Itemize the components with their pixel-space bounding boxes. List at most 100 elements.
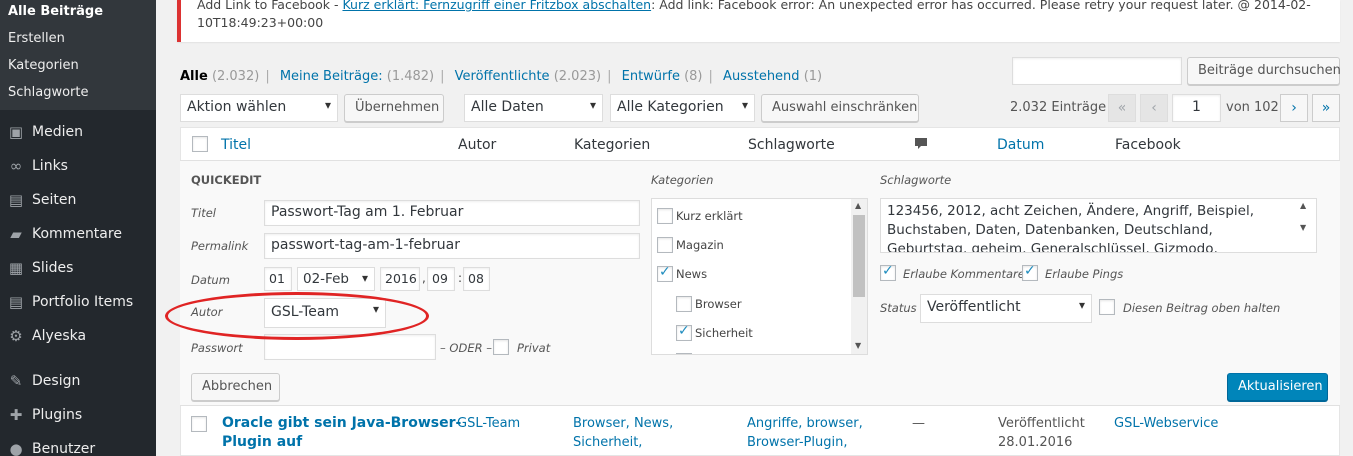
search-input[interactable] [1012,57,1182,85]
quickedit-heading: QUICKEDIT [191,173,262,187]
submenu-new-post[interactable]: Erstellen [8,31,65,46]
menu-slides[interactable]: ▦ Slides [0,253,156,283]
submenu-all-posts[interactable]: Alle Beiträge [8,4,103,19]
filter-all-count: (2.032) [211,69,260,84]
filter-drafts[interactable]: Entwürfe [622,69,680,84]
filter-published[interactable]: Veröffentlichte [455,69,550,84]
next-page-button[interactable]: › [1280,94,1308,122]
filter-all[interactable]: Alle [180,69,208,84]
comments-column-icon[interactable] [914,137,928,155]
sticky-checkbox[interactable] [1099,299,1115,315]
allow-comments-checkbox[interactable] [880,263,896,281]
filter-button[interactable]: Auswahl einschränken [761,94,919,122]
error-notice: Add Link to Facebook - Kurz erklärt: Fer… [177,0,1340,42]
row-facebook[interactable]: GSL-Webservice [1114,414,1218,433]
filter-mine[interactable]: Meine Beiträge: [280,69,383,84]
links-icon: ∞ [9,157,23,175]
bulk-action-select[interactable]: Aktion wählen [180,94,338,122]
search-button[interactable]: Beiträge durchsuchen [1187,57,1341,85]
category-label: Magazin [676,238,724,252]
brush-icon: ✎ [9,372,23,390]
filter-mine-count: (1.482) [386,69,435,84]
notice-post-link[interactable]: Kurz erklärt: Fernzugriff einer Fritzbox… [342,0,651,12]
tags-textarea[interactable]: 123456, 2012, acht Zeichen, Ändere, Angr… [880,198,1317,253]
date-filter-select[interactable]: Alle Daten [464,94,603,122]
hour-input[interactable]: 09 [427,267,455,291]
month-select[interactable]: 02-Feb [297,267,375,291]
column-categories: Kategorien [574,137,651,153]
or-separator: – ODER – [440,341,492,355]
tags-scroll-down[interactable]: ▼ [1300,223,1306,232]
column-author: Autor [458,137,497,153]
permalink-input[interactable]: passwort-tag-am-1-februar [264,233,640,259]
category-filter-select[interactable]: Alle Kategorien [610,94,755,122]
current-page-input[interactable]: 1 [1172,94,1221,122]
categories-checklist[interactable]: Kurz erklärt Magazin News Browser Sicher… [651,198,868,355]
update-button[interactable]: Aktualisieren [1227,373,1328,401]
password-label: Passwort [191,341,243,355]
day-input[interactable]: 01 [264,267,292,291]
row-author[interactable]: GSL-Team [457,414,520,433]
menu-users[interactable]: ● Benutzer [0,434,156,456]
category-checkbox[interactable] [676,323,692,341]
post-status-filters: Alle (2.032) | Meine Beiträge: (1.482) | V… [180,69,823,84]
menu-pages[interactable]: ▤ Seiten [0,185,156,215]
title-input[interactable]: Passwort-Tag am 1. Februar [264,200,640,226]
column-date[interactable]: Datum [997,137,1044,153]
year-input[interactable]: 2016 [380,267,420,291]
category-checkbox[interactable] [676,353,692,354]
menu-design[interactable]: ✎ Design [0,366,156,396]
menu-comments[interactable]: ▰ Kommentare [0,219,156,249]
row-categories[interactable]: Browser, News, Sicherheit, [573,414,673,452]
quickedit-panel: QUICKEDIT Titel Passwort-Tag am 1. Febru… [180,160,1340,406]
last-page-button[interactable]: » [1312,94,1340,122]
highlight-annotation [165,292,429,340]
notice-message: : Add link: Facebook error: An unexpecte… [651,0,1311,12]
status-select[interactable]: Veröffentlicht [920,294,1092,323]
allow-comments-label: Erlaube Kommentare [903,267,1025,281]
pages-icon: ▤ [8,191,24,209]
user-icon: ● [9,440,23,456]
minute-input[interactable]: 08 [463,267,490,291]
filter-pending[interactable]: Ausstehend [723,69,800,84]
category-label: Browser [695,297,742,311]
category-checkbox[interactable] [676,296,692,312]
row-checkbox[interactable] [191,416,207,432]
category-checkbox[interactable] [657,237,673,253]
menu-plugins[interactable]: ✚ Plugins [0,400,156,430]
first-page-button[interactable]: « [1108,94,1136,122]
select-all-checkbox[interactable] [192,136,208,152]
cancel-button[interactable]: Abbrechen [191,373,280,401]
submenu-categories[interactable]: Kategorien [8,58,79,73]
category-label: Sicherheit [695,326,753,340]
categories-scrollbar[interactable]: ▲ ▼ [851,199,867,354]
private-checkbox[interactable] [493,339,509,355]
portfolio-icon: ▤ [8,293,24,311]
allow-pings-checkbox[interactable] [1022,263,1038,281]
apply-button[interactable]: Übernehmen [344,94,444,122]
column-tags: Schlagworte [748,137,835,153]
submenu-tags[interactable]: Schlagworte [8,85,89,100]
row-tags[interactable]: Angriffe, browser, Browser-Plugin, [747,414,863,452]
filter-pending-count: (1) [803,69,823,84]
filter-drafts-count: (8) [684,69,703,84]
allow-pings-label: Erlaube Pings [1045,267,1124,281]
sticky-label: Diesen Beitrag oben halten [1123,301,1281,315]
private-label: Privat [517,341,551,355]
media-icon: ▣ [8,123,24,141]
comments-icon: ▰ [10,225,22,243]
menu-portfolio[interactable]: ▤ Portfolio Items [0,287,156,317]
category-label: News [676,267,708,281]
category-checkbox[interactable] [657,264,673,282]
menu-links[interactable]: ∞ Links [0,151,156,181]
category-checkbox[interactable] [657,208,673,224]
slides-icon: ▦ [8,259,24,277]
menu-alyeska[interactable]: ⚙ Alyeska [0,321,156,351]
tags-scroll-up[interactable]: ▲ [1300,201,1306,210]
menu-media[interactable]: ▣ Medien [0,117,156,147]
row-post-title[interactable]: Oracle gibt sein Java-Browser- Plugin au… [222,414,461,452]
column-facebook: Facebook [1115,137,1181,153]
column-title[interactable]: Titel [221,137,251,153]
prev-page-button[interactable]: ‹ [1140,94,1168,122]
total-pages: von 102 [1226,100,1279,115]
